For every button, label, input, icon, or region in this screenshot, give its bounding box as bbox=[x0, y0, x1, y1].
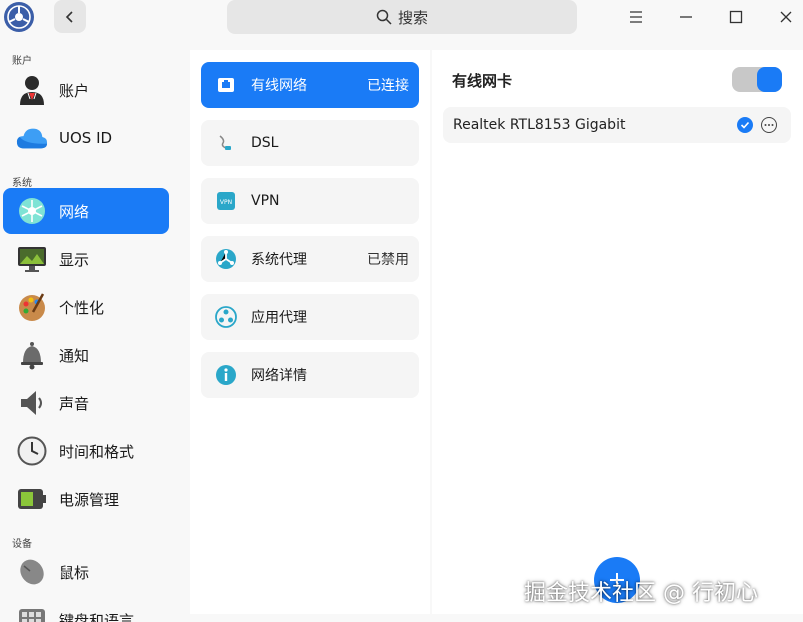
user-icon bbox=[16, 74, 48, 106]
group-label-device: 设备 bbox=[12, 539, 32, 550]
network-adapter-row[interactable]: Realtek RTL8153 Gigabit bbox=[443, 107, 791, 143]
menu-button[interactable] bbox=[623, 4, 649, 30]
bell-icon bbox=[16, 339, 48, 371]
sidebar-item-label: UOS ID bbox=[59, 129, 113, 147]
watermark: 掘金技术社区 @ 行初心 bbox=[524, 581, 758, 606]
sidebar-item-display[interactable]: 显示 bbox=[3, 236, 169, 282]
cloud-icon bbox=[16, 122, 48, 154]
panel-title: 有线网卡 bbox=[452, 72, 513, 90]
connection-status: 已禁用 bbox=[367, 252, 409, 268]
maximize-icon bbox=[729, 10, 743, 24]
speaker-icon bbox=[16, 387, 48, 419]
sidebar-item-label: 通知 bbox=[59, 346, 90, 365]
sidebar-item-keyboard[interactable]: 键盘和语言 bbox=[3, 597, 169, 622]
sidebar-item-power[interactable]: 电源管理 bbox=[3, 476, 169, 522]
group-label-account: 账户 bbox=[12, 56, 32, 67]
wired-adapter-toggle[interactable] bbox=[732, 67, 782, 92]
sidebar-item-sound[interactable]: 声音 bbox=[3, 380, 169, 426]
sidebar-item-notification[interactable]: 通知 bbox=[3, 332, 169, 378]
app-proxy-icon bbox=[215, 306, 237, 328]
network-item-wired[interactable]: 有线网络 已连接 bbox=[201, 62, 419, 108]
clock-icon bbox=[16, 435, 48, 467]
minimize-icon bbox=[680, 16, 692, 18]
group-label-system: 系统 bbox=[12, 178, 32, 189]
hamburger-icon bbox=[630, 11, 642, 23]
sidebar-item-label: 网络 bbox=[59, 202, 90, 221]
network-item-label: DSL bbox=[251, 135, 279, 151]
sidebar-item-label: 时间和格式 bbox=[59, 442, 135, 461]
sidebar-item-label: 个性化 bbox=[59, 298, 105, 317]
network-item-label: 应用代理 bbox=[251, 310, 307, 326]
close-icon bbox=[780, 11, 792, 23]
sidebar-item-label: 显示 bbox=[59, 250, 90, 269]
display-icon bbox=[16, 243, 48, 275]
app-logo-icon bbox=[4, 2, 34, 32]
sidebar-item-time-format[interactable]: 时间和格式 bbox=[3, 428, 169, 474]
connection-status: 已连接 bbox=[367, 78, 409, 94]
close-button[interactable] bbox=[773, 4, 799, 30]
network-item-label: VPN bbox=[251, 193, 280, 209]
toggle-knob bbox=[757, 67, 782, 92]
search-placeholder: 搜索 bbox=[397, 8, 428, 27]
network-item-label: 系统代理 bbox=[251, 252, 307, 268]
keyboard-icon bbox=[16, 604, 48, 622]
sidebar-item-label: 鼠标 bbox=[59, 563, 90, 582]
network-item-label: 有线网络 bbox=[251, 78, 307, 94]
maximize-button[interactable] bbox=[723, 4, 749, 30]
minimize-button[interactable] bbox=[673, 4, 699, 30]
vpn-icon: VPN bbox=[215, 190, 237, 212]
dsl-icon bbox=[215, 132, 237, 154]
sidebar-item-personalization[interactable]: 个性化 bbox=[3, 284, 169, 330]
sidebar-item-label: 电源管理 bbox=[59, 490, 120, 509]
title-bar: 搜索 bbox=[0, 0, 803, 40]
search-input[interactable]: 搜索 bbox=[227, 0, 577, 34]
palette-icon bbox=[16, 291, 48, 323]
network-icon bbox=[16, 195, 48, 227]
sidebar-item-mouse[interactable]: 鼠标 bbox=[3, 549, 169, 595]
sidebar: 账户 账户 UOS ID 系统 网络 显示 个性化 通知 声音 时间和格式 电源… bbox=[0, 42, 176, 622]
chevron-left-icon bbox=[65, 10, 73, 23]
adapter-name: Realtek RTL8153 Gigabit bbox=[453, 117, 626, 133]
check-icon bbox=[737, 117, 753, 133]
back-button[interactable] bbox=[54, 0, 86, 33]
sidebar-item-network[interactable]: 网络 bbox=[3, 188, 169, 234]
network-item-label: 网络详情 bbox=[251, 368, 307, 384]
svg-text:VPN: VPN bbox=[220, 199, 232, 206]
network-item-dsl[interactable]: DSL bbox=[201, 120, 419, 166]
network-item-app-proxy[interactable]: 应用代理 bbox=[201, 294, 419, 340]
info-icon bbox=[215, 364, 237, 386]
network-item-system-proxy[interactable]: 系统代理 已禁用 bbox=[201, 236, 419, 282]
more-options-icon[interactable] bbox=[761, 117, 777, 133]
sidebar-item-account[interactable]: 账户 bbox=[3, 67, 169, 113]
mouse-icon bbox=[16, 556, 48, 588]
network-item-details[interactable]: 网络详情 bbox=[201, 352, 419, 398]
sidebar-item-label: 账户 bbox=[59, 81, 90, 100]
network-menu-panel: 有线网络 已连接 DSL VPN VPN 系统代理 已禁用 应用代理 网络详情 bbox=[190, 50, 430, 614]
battery-icon bbox=[16, 483, 48, 515]
network-item-vpn[interactable]: VPN VPN bbox=[201, 178, 419, 224]
search-icon bbox=[376, 9, 392, 25]
system-proxy-icon bbox=[215, 248, 237, 270]
sidebar-item-label: 键盘和语言 bbox=[59, 611, 135, 622]
sidebar-item-uos-id[interactable]: UOS ID bbox=[3, 115, 169, 161]
wired-network-icon bbox=[215, 74, 237, 96]
sidebar-item-label: 声音 bbox=[59, 394, 90, 413]
wired-network-panel: 有线网卡 Realtek RTL8153 Gigabit bbox=[432, 50, 803, 614]
